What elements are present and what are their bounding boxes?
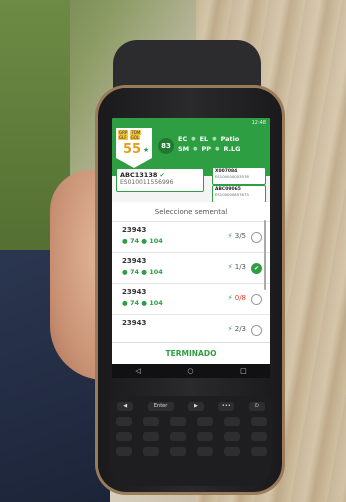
row-id: 23943 xyxy=(122,226,147,234)
bolt-icon: ⚡ xyxy=(227,263,233,271)
side-card-2[interactable]: ABC09065 ES100000857673 xyxy=(212,185,266,203)
code-row: EC ● EL ● Patio xyxy=(178,134,241,144)
bolt-icon: ⚡ xyxy=(227,294,233,302)
badge-tag: GLF xyxy=(118,135,128,140)
dot-icon: ● xyxy=(212,136,217,142)
key[interactable] xyxy=(142,417,159,426)
key[interactable] xyxy=(250,417,267,426)
badge-number: 55 xyxy=(123,142,142,157)
key[interactable] xyxy=(169,447,186,456)
code-grid: EC ● EL ● Patio SM ● PP ● R.LG xyxy=(178,134,241,154)
scrollbar[interactable] xyxy=(264,220,266,290)
row-score-text: 3/5 xyxy=(234,232,246,240)
dot-icon: ● xyxy=(215,146,220,152)
side-card-code: ES100000053576 xyxy=(215,174,249,179)
radio-button-checked[interactable]: ✔ xyxy=(251,263,262,274)
key-row: ◀ Enter ▶ ••• ⏻ xyxy=(110,402,272,411)
row-score: ⚡ 2/3 xyxy=(228,325,246,333)
key[interactable] xyxy=(223,432,240,441)
key[interactable] xyxy=(196,432,213,441)
score-circle: 83 xyxy=(158,138,174,154)
key[interactable] xyxy=(115,432,132,441)
power-icon[interactable]: ⏻ xyxy=(248,402,265,411)
key-row xyxy=(110,417,272,426)
key[interactable] xyxy=(115,417,132,426)
key[interactable]: ◀ xyxy=(117,402,134,411)
code-rlg: R.LG xyxy=(223,145,241,153)
row-score: ⚡ 1/3 xyxy=(228,263,246,271)
row-score: ⚡ 3/5 xyxy=(228,232,246,240)
panel-title: Seleccione semental xyxy=(112,202,270,222)
animal-card[interactable]: ABC13138 ✔ ES010011556996 xyxy=(116,168,204,192)
key[interactable] xyxy=(196,417,213,426)
row-value-1: 74 xyxy=(129,268,139,276)
side-card-1[interactable]: X007084 ES100000053576 xyxy=(212,167,266,185)
row-values: ● 74 ● 104 xyxy=(122,299,163,307)
back-icon[interactable]: ◁ xyxy=(135,364,140,378)
key-row xyxy=(110,432,272,441)
recents-icon[interactable]: □ xyxy=(240,364,247,378)
key[interactable]: ▶ xyxy=(187,402,204,411)
enter-key[interactable]: Enter xyxy=(147,402,174,411)
animal-id: ABC13138 ✔ xyxy=(117,169,203,179)
radio-button[interactable] xyxy=(251,325,262,336)
side-card-code: ES100000857673 xyxy=(215,192,249,197)
list-item[interactable]: 23943 ● 74 ● 104 ⚡ 0/8 xyxy=(112,284,270,315)
row-score-text: 2/3 xyxy=(234,325,246,333)
key[interactable] xyxy=(223,417,240,426)
row-score: ⚡ 0/8 xyxy=(228,294,246,302)
home-icon[interactable]: ○ xyxy=(187,364,193,378)
star-icon: ★ xyxy=(143,146,150,154)
key[interactable] xyxy=(169,417,186,426)
row-score-text: 0/8 xyxy=(234,294,246,302)
key[interactable] xyxy=(142,432,159,441)
row-value-1: 74 xyxy=(129,299,139,307)
radio-button[interactable] xyxy=(251,232,262,243)
key[interactable]: ••• xyxy=(218,402,235,411)
row-values: ● 74 ● 104 xyxy=(122,237,163,245)
row-value-2: 104 xyxy=(149,268,163,276)
code-patio: Patio xyxy=(220,135,240,143)
row-id: 23943 xyxy=(122,288,147,296)
code-ec: EC xyxy=(178,135,188,143)
code-row: SM ● PP ● R.LG xyxy=(178,144,241,154)
radio-button[interactable] xyxy=(251,294,262,305)
bolt-icon: ⚡ xyxy=(227,325,233,333)
row-value-1: 74 xyxy=(129,237,139,245)
terminado-button[interactable]: TERMINADO xyxy=(112,342,270,365)
status-time: 12:48 xyxy=(251,120,266,126)
animal-code: ES010011556996 xyxy=(120,179,174,186)
code-pp: PP xyxy=(201,145,212,153)
animal-badge: GRP 7DM GLF GOL 55 ★ xyxy=(116,128,152,168)
verified-icon: ✔ xyxy=(159,172,165,179)
list-item[interactable]: 23943 ● 74 ● 104 ⚡ 1/3 ✔ xyxy=(112,253,270,284)
key[interactable] xyxy=(142,447,159,456)
code-el: EL xyxy=(199,135,209,143)
key[interactable] xyxy=(115,447,132,456)
physical-keyboard: ◀ Enter ▶ ••• ⏻ xyxy=(110,396,272,486)
phone-screen: 12:48 GRP 7DM GLF GOL 55 ★ 83 EC ● EL ● Pa… xyxy=(112,118,270,378)
row-values: ● 74 ● 104 xyxy=(122,268,163,276)
key[interactable] xyxy=(250,447,267,456)
list-item[interactable]: 23943 ● 74 ● 104 ⚡ 3/5 xyxy=(112,222,270,253)
bolt-icon: ⚡ xyxy=(227,232,233,240)
code-sm: SM xyxy=(178,145,190,153)
key[interactable] xyxy=(196,447,213,456)
row-score-text: 1/3 xyxy=(234,263,246,271)
key-row xyxy=(110,447,272,456)
row-id: 23943 xyxy=(122,319,147,327)
key[interactable] xyxy=(223,447,240,456)
animal-id-text: ABC13138 xyxy=(120,171,158,179)
dot-icon: ● xyxy=(191,136,196,142)
key[interactable] xyxy=(250,432,267,441)
row-value-2: 104 xyxy=(149,299,163,307)
key[interactable] xyxy=(169,432,186,441)
row-id: 23943 xyxy=(122,257,147,265)
dot-icon: ● xyxy=(193,146,198,152)
row-value-2: 104 xyxy=(149,237,163,245)
badge-tags-2: GLF GOL xyxy=(118,135,141,140)
badge-tag: GOL xyxy=(129,135,141,140)
android-navbar: ◁ ○ □ xyxy=(112,364,270,378)
